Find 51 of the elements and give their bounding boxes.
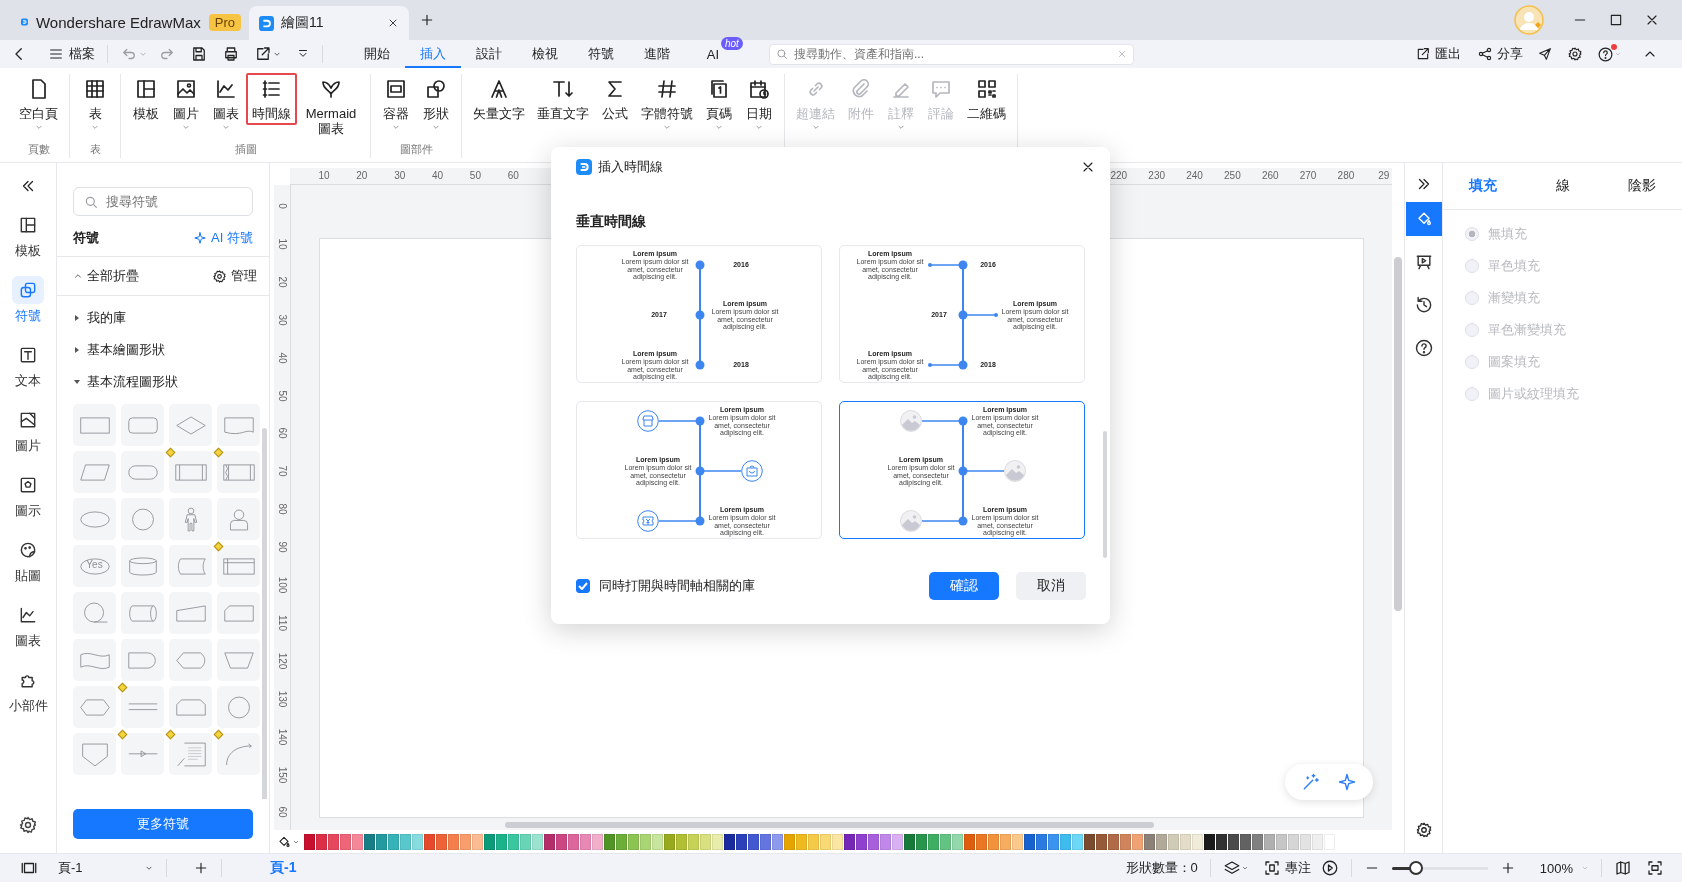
ruler-label: 60 — [507, 170, 519, 181]
ruler-label: 40 — [276, 352, 288, 364]
shape-count: 形狀數量：0 — [1125, 859, 1198, 877]
pro-badge: Pro — [208, 13, 241, 31]
group-label: 表 — [89, 143, 101, 155]
ruler-label: 230 — [1148, 170, 1166, 181]
section-heading: 垂直時間線 — [576, 213, 647, 231]
ruler-label: 30 — [276, 314, 288, 326]
ruler-label: 60 — [276, 427, 288, 439]
radio-label: 圖片或紋理填充 — [1488, 385, 1579, 403]
ruler-label: 20 — [276, 276, 288, 288]
group-label: 插圖 — [234, 143, 257, 155]
ruler-label: 100 — [276, 576, 288, 594]
ruler-label: 10 — [318, 170, 330, 181]
ruler-label: 80 — [276, 503, 288, 515]
ruler-label: 0 — [276, 203, 288, 209]
group-label: 頁數 — [27, 143, 50, 155]
ruler-label: 250 — [1224, 170, 1241, 181]
ruler-label: 20 — [356, 170, 368, 181]
ruler-label: 50 — [276, 389, 288, 402]
ruler-label: 220 — [1110, 170, 1128, 181]
checkbox-label: 同時打開與時間軸相關的庫 — [599, 577, 755, 595]
ruler-label: 10 — [276, 238, 288, 250]
ruler-label: 280 — [1337, 170, 1355, 181]
ruler-label: 140 — [276, 728, 288, 745]
shape-label: Yes — [85, 559, 104, 570]
ruler-label: 240 — [1186, 170, 1203, 181]
ruler-label: 270 — [1299, 170, 1317, 181]
document-title: 繪圖11 — [281, 14, 324, 32]
radio-label: 單色漸變填充 — [1488, 321, 1566, 339]
ruler-label: 120 — [276, 652, 288, 670]
ruler-label: 40 — [432, 170, 444, 181]
dialog-title: 插入時間線 — [598, 158, 663, 176]
panel-title: 符號 — [73, 229, 99, 247]
ruler-label: 110 — [276, 614, 288, 631]
ruler-label: 260 — [1261, 170, 1279, 181]
ruler-label: 50 — [469, 170, 481, 181]
group-label: 圖部件 — [399, 143, 433, 155]
ruler-label: 60 — [276, 806, 288, 818]
hot-badge: hot — [721, 37, 743, 50]
radio-label: 漸變填充 — [1488, 289, 1540, 307]
ruler-label: 150 — [276, 766, 288, 783]
radio-label: 圖案填充 — [1488, 353, 1540, 371]
ruler-label: 29 — [1378, 170, 1390, 181]
ruler-label: 130 — [276, 690, 288, 708]
ruler-label: 30 — [394, 170, 406, 181]
radio-label: 單色填充 — [1488, 257, 1540, 275]
ruler-label: 90 — [276, 541, 288, 553]
radio-label: 無填充 — [1488, 225, 1527, 243]
ruler-label: 70 — [276, 465, 288, 477]
app-title: Wondershare EdrawMax — [35, 13, 201, 31]
